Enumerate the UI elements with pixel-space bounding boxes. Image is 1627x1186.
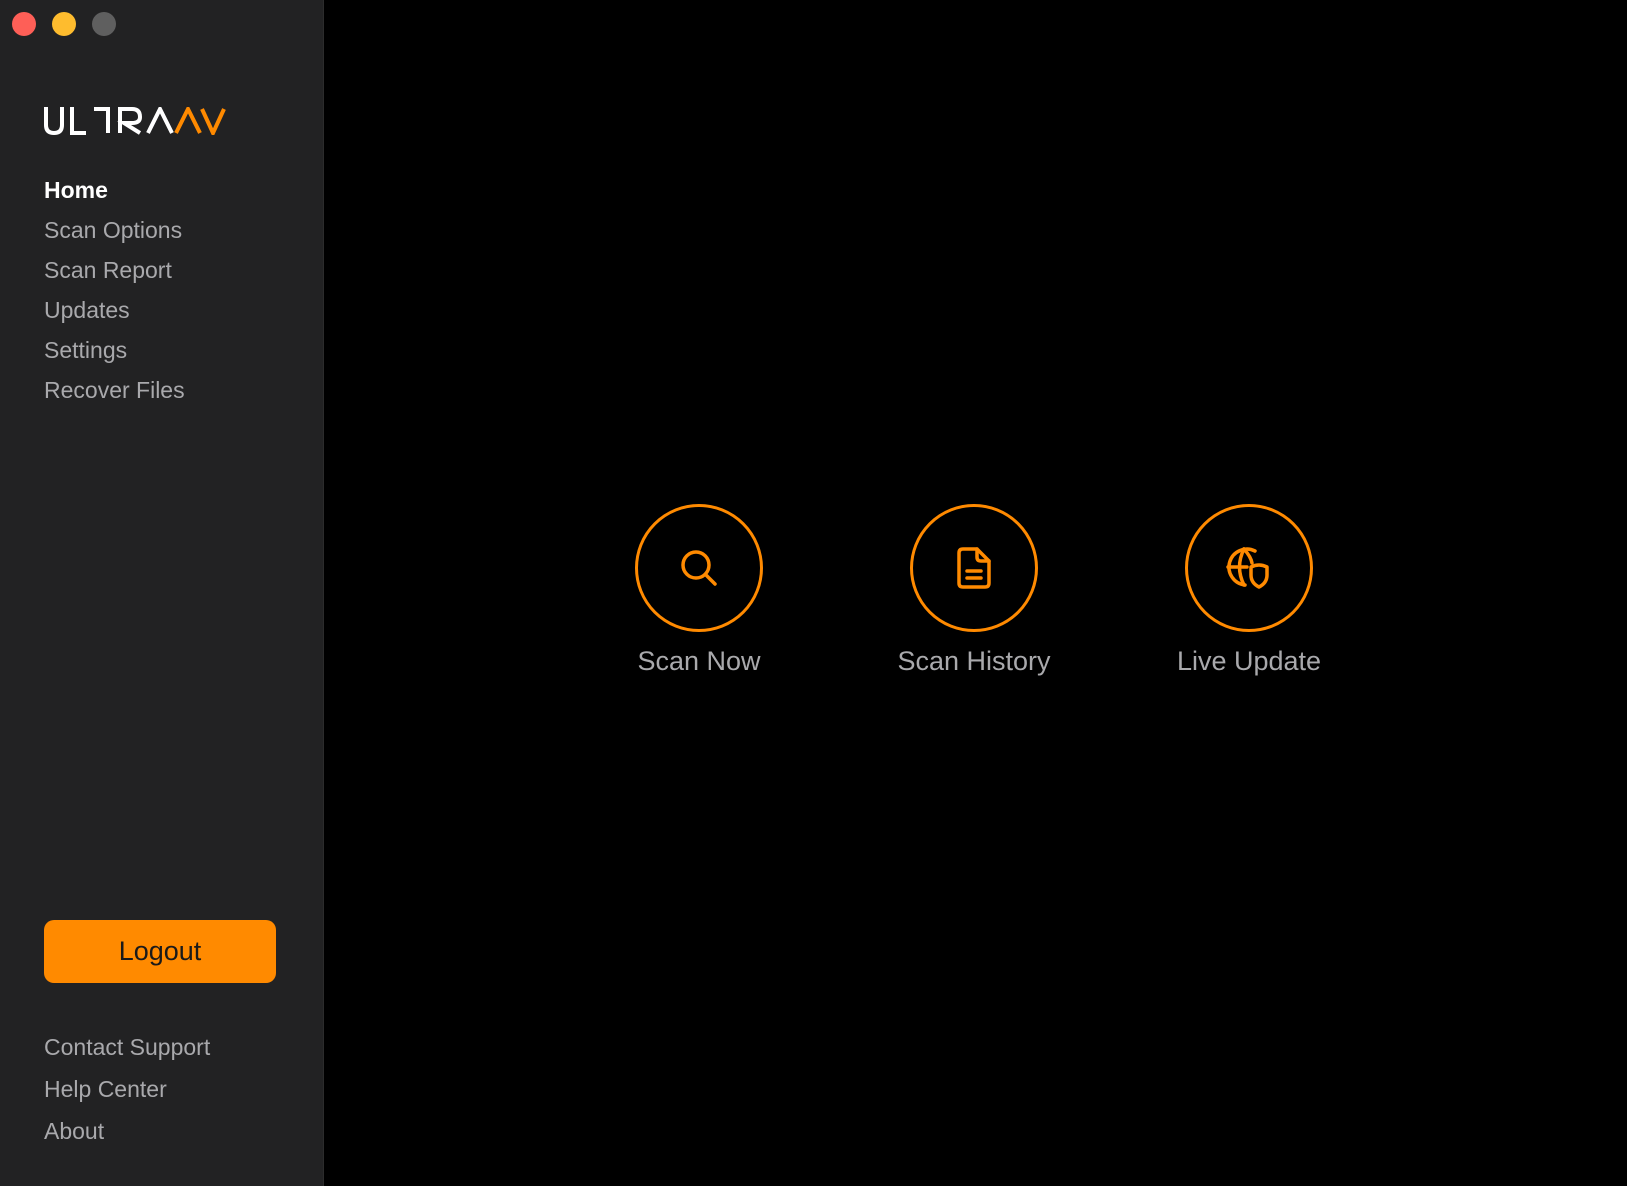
scan-history-button[interactable] [910,504,1038,632]
search-icon [681,550,717,586]
nav-item-settings[interactable]: Settings [44,330,185,370]
footer-links: Contact Support Help Center About [44,1026,210,1152]
window-controls [12,12,116,36]
scan-now-label: Scan Now [637,646,761,676]
document-icon [957,547,991,589]
nav-item-home[interactable]: Home [44,170,185,210]
live-update-label: Live Update [1176,646,1322,676]
nav-item-scan-options[interactable]: Scan Options [44,210,185,250]
close-window-button[interactable] [12,12,36,36]
help-center-link[interactable]: Help Center [44,1068,210,1110]
scan-history-label: Scan History [897,646,1051,676]
ultraav-logo [44,104,226,138]
live-update-button[interactable] [1185,504,1313,632]
logout-button[interactable]: Logout [44,920,276,983]
scan-now-button[interactable] [635,504,763,632]
minimize-window-button[interactable] [52,12,76,36]
main-nav: Home Scan Options Scan Report Updates Se… [44,170,185,410]
scan-history-action[interactable]: Scan History [874,504,1074,677]
main-content: Scan Now Scan History Live Update [325,0,1627,1186]
nav-item-updates[interactable]: Updates [44,290,185,330]
live-update-action[interactable]: Live Update [1149,504,1349,677]
contact-support-link[interactable]: Contact Support [44,1026,210,1068]
nav-item-scan-report[interactable]: Scan Report [44,250,185,290]
about-link[interactable]: About [44,1110,210,1152]
globe-shield-icon [1226,547,1269,589]
nav-item-recover-files[interactable]: Recover Files [44,370,185,410]
scan-now-action[interactable]: Scan Now [599,504,799,677]
sidebar: Home Scan Options Scan Report Updates Se… [0,0,324,1186]
maximize-window-button[interactable] [92,12,116,36]
